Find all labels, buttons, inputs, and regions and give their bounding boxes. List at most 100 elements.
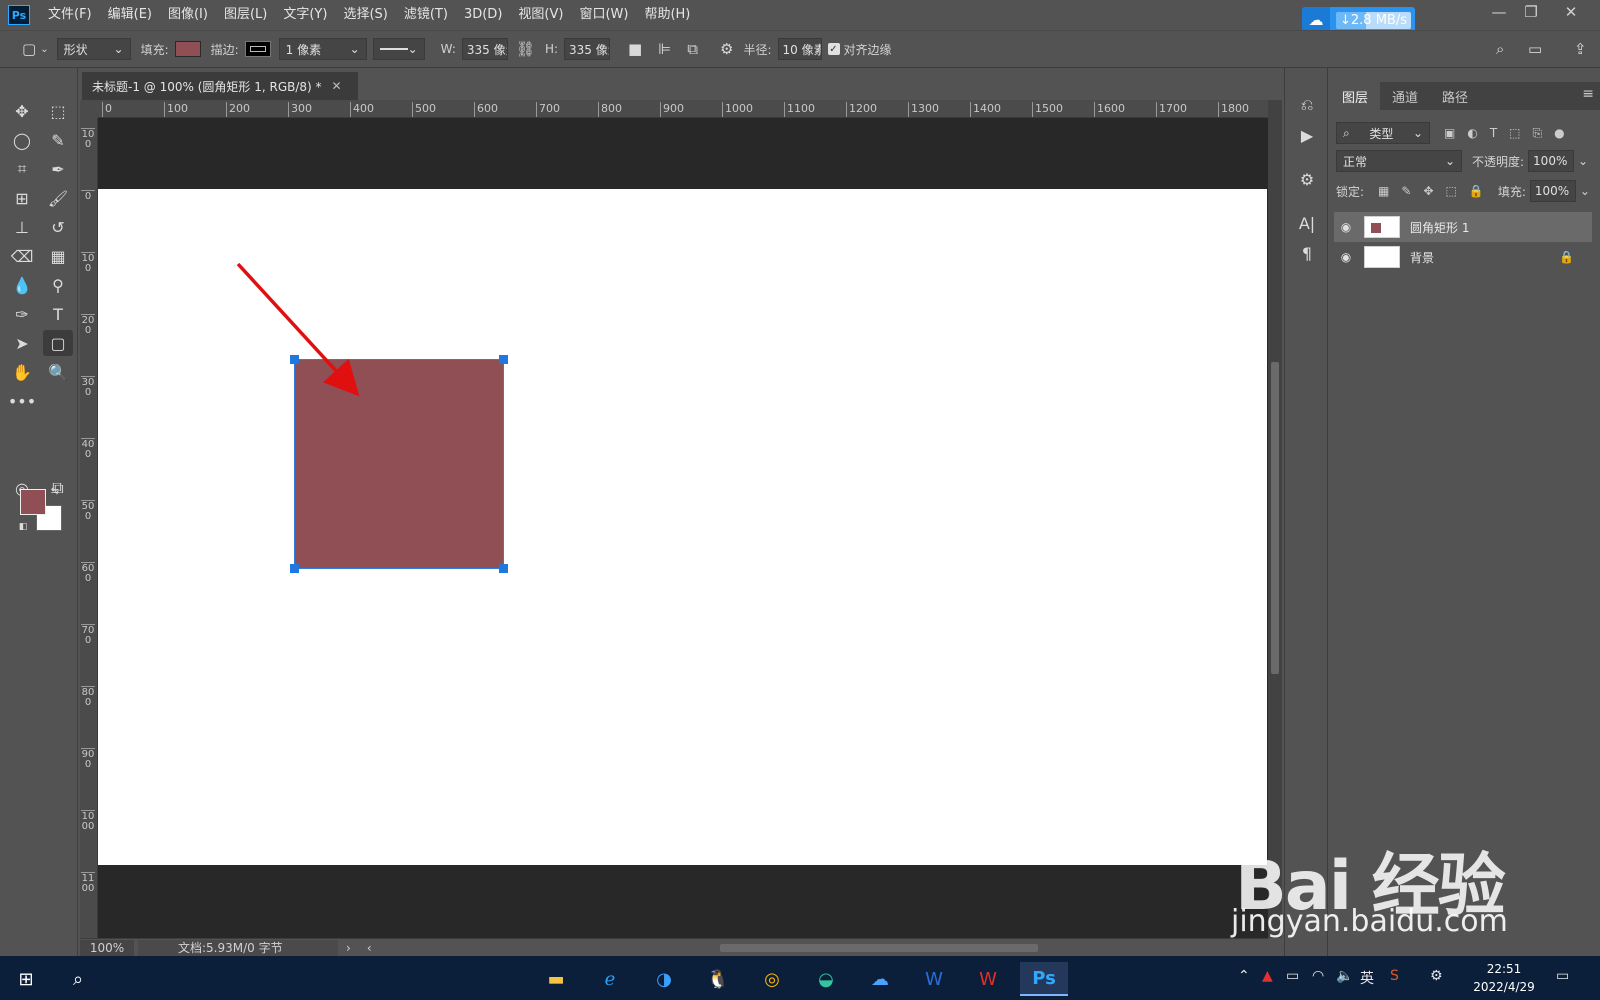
layer-row[interactable]: ◉ 圆角矩形 1 bbox=[1334, 212, 1592, 242]
gradient-tool-icon[interactable]: ▦ bbox=[43, 243, 73, 269]
dodge-tool-icon[interactable]: ⚲ bbox=[43, 272, 73, 298]
hand-tool-icon[interactable]: ✋ bbox=[7, 359, 37, 385]
minimize-icon[interactable]: — bbox=[1484, 0, 1514, 24]
gear-icon[interactable]: ⚙ bbox=[1430, 968, 1443, 984]
app-tray-icon[interactable]: ▲ bbox=[1262, 968, 1273, 984]
lock-position-icon[interactable]: ✥ bbox=[1423, 184, 1433, 198]
play-actions-icon[interactable]: ▶ bbox=[1292, 122, 1322, 148]
close-icon[interactable]: ✕ bbox=[332, 79, 342, 93]
chevron-right-icon[interactable]: › bbox=[346, 941, 351, 955]
marquee-tool-icon[interactable]: ⬚ bbox=[43, 98, 73, 124]
ie-browser-icon[interactable]: ℯ bbox=[586, 962, 634, 996]
pen-tool-icon[interactable]: ✑ bbox=[7, 301, 37, 327]
ime-indicator[interactable]: 英 bbox=[1360, 968, 1374, 988]
clock[interactable]: 22:51 2022/4/29 bbox=[1468, 960, 1540, 996]
transform-handle-top-right[interactable] bbox=[499, 355, 508, 364]
scrollbar-thumb[interactable] bbox=[720, 944, 1038, 952]
close-icon[interactable]: ✕ bbox=[1556, 0, 1586, 24]
lock-image-icon[interactable]: ✎ bbox=[1401, 184, 1411, 198]
align-edges-checkbox[interactable]: ✓ bbox=[827, 43, 840, 55]
chevron-down-icon[interactable]: ⌄ bbox=[1580, 184, 1590, 198]
document-info[interactable]: 文档:5.93M/0 字节 bbox=[138, 939, 338, 956]
eye-icon[interactable]: ◉ bbox=[1334, 220, 1358, 234]
layer-filter-select[interactable]: ⌕ 类型 ⌄ bbox=[1336, 122, 1430, 144]
panel-menu-icon[interactable]: ≡ bbox=[1582, 86, 1594, 102]
qq-browser-icon[interactable]: ◑ bbox=[640, 962, 688, 996]
vertical-ruler[interactable]: 100 0 100 200 300 400 500 600 700 800 90… bbox=[80, 118, 98, 938]
shape-layer-filter-icon[interactable]: ⬚ bbox=[1509, 126, 1520, 140]
history-brush-tool-icon[interactable]: ↺ bbox=[43, 214, 73, 240]
menu-help[interactable]: 帮助(H) bbox=[636, 0, 698, 30]
move-tool-icon[interactable]: ✥ bbox=[7, 98, 37, 124]
restore-icon[interactable]: ❐ bbox=[1516, 0, 1546, 24]
rounded-rectangle-tool-icon[interactable]: ▢ bbox=[22, 40, 36, 58]
zoom-tool-icon[interactable]: 🔍 bbox=[43, 359, 73, 385]
clone-stamp-tool-icon[interactable]: ⊥ bbox=[7, 214, 37, 240]
stroke-type-select[interactable]: ⌄ bbox=[372, 38, 425, 60]
eye-icon[interactable]: ◉ bbox=[1334, 250, 1358, 264]
search-icon[interactable]: ⌕ bbox=[54, 962, 102, 996]
more-tools-icon[interactable]: ••• bbox=[7, 388, 37, 414]
word-icon[interactable]: W bbox=[910, 962, 958, 996]
workspace-icon[interactable]: ▭ bbox=[1528, 40, 1542, 58]
stroke-color-swatch[interactable] bbox=[244, 41, 271, 57]
chevron-down-icon[interactable]: ⌄ bbox=[1578, 154, 1588, 168]
stroke-width-select[interactable]: 1 像素 ⌄ bbox=[278, 38, 367, 60]
tab-layers[interactable]: 图层 bbox=[1330, 82, 1381, 110]
ruler-origin[interactable] bbox=[80, 100, 98, 118]
path-arrangement-icon[interactable]: ⧉ bbox=[687, 40, 698, 58]
radius-input[interactable]: 10 像素 bbox=[777, 38, 822, 60]
transform-handle-bottom-left[interactable] bbox=[290, 564, 299, 573]
show-hidden-icons-icon[interactable]: ⌃ bbox=[1238, 968, 1250, 984]
gear-icon[interactable]: ⚙ bbox=[720, 40, 733, 58]
wifi-icon[interactable]: ◠ bbox=[1312, 968, 1324, 984]
notification-icon[interactable]: ▭ bbox=[1556, 968, 1569, 984]
lock-transparent-icon[interactable]: ▦ bbox=[1378, 184, 1389, 198]
width-input[interactable]: 335 像素 bbox=[461, 38, 508, 60]
path-operations-icon[interactable]: ■ bbox=[628, 40, 642, 58]
baidu-netdisk-icon[interactable]: ☁ bbox=[856, 962, 904, 996]
chrome-icon[interactable]: ◎ bbox=[748, 962, 796, 996]
edge-icon[interactable]: ◒ bbox=[802, 962, 850, 996]
zoom-field[interactable]: 100% bbox=[80, 939, 134, 956]
layer-row[interactable]: ◉ 背景 🔒 bbox=[1334, 242, 1592, 272]
menu-layer[interactable]: 图层(L) bbox=[216, 0, 275, 30]
blur-tool-icon[interactable]: 💧 bbox=[7, 272, 37, 298]
opacity-input[interactable]: 100% bbox=[1528, 150, 1575, 172]
healing-brush-tool-icon[interactable]: ⊞ bbox=[7, 185, 37, 211]
brush-tool-icon[interactable]: 🖌 bbox=[43, 185, 73, 211]
adjustment-layer-filter-icon[interactable]: ◐ bbox=[1467, 126, 1477, 140]
menu-image[interactable]: 图像(I) bbox=[160, 0, 216, 30]
default-colors-icon[interactable]: ◧ bbox=[16, 520, 30, 534]
eraser-tool-icon[interactable]: ⌫ bbox=[7, 243, 37, 269]
paragraph-icon[interactable]: ¶ bbox=[1292, 240, 1322, 266]
foreground-color-swatch[interactable] bbox=[20, 489, 46, 515]
smart-object-filter-icon[interactable]: ⎘ bbox=[1533, 126, 1543, 141]
menu-view[interactable]: 视图(V) bbox=[510, 0, 571, 30]
file-explorer-icon[interactable]: ▬ bbox=[532, 962, 580, 996]
quick-selection-tool-icon[interactable]: ✎ bbox=[43, 127, 73, 153]
lock-all-icon[interactable]: 🔒 bbox=[1469, 184, 1484, 198]
shape-mode-select[interactable]: 形状 ⌄ bbox=[56, 38, 131, 60]
transform-handle-bottom-right[interactable] bbox=[499, 564, 508, 573]
fill-color-swatch[interactable] bbox=[174, 41, 201, 57]
menu-window[interactable]: 窗口(W) bbox=[571, 0, 636, 30]
wps-icon[interactable]: W bbox=[964, 962, 1012, 996]
photoshop-taskbar-icon[interactable]: Ps bbox=[1020, 962, 1068, 996]
menu-type[interactable]: 文字(Y) bbox=[275, 0, 335, 30]
filter-toggle-icon[interactable]: ● bbox=[1554, 126, 1564, 140]
history-icon[interactable]: ⎌ bbox=[1292, 92, 1322, 118]
chevron-left-icon[interactable]: ‹ bbox=[367, 941, 372, 955]
character-icon[interactable]: A| bbox=[1292, 210, 1322, 236]
height-input[interactable]: 335 像素 bbox=[564, 38, 611, 60]
share-icon[interactable]: ⇪ bbox=[1574, 40, 1587, 58]
menu-3d[interactable]: 3D(D) bbox=[456, 0, 510, 30]
blend-mode-select[interactable]: 正常 ⌄ bbox=[1336, 150, 1462, 172]
fill-input[interactable]: 100% bbox=[1529, 180, 1576, 202]
path-alignment-icon[interactable]: ⊫ bbox=[658, 40, 671, 58]
eyedropper-tool-icon[interactable]: ✒ bbox=[43, 156, 73, 182]
link-icon[interactable]: ⛓ bbox=[516, 40, 535, 58]
tab-channels[interactable]: 通道 bbox=[1380, 82, 1430, 110]
search-icon[interactable]: ⌕ bbox=[1496, 40, 1504, 58]
scrollbar-thumb[interactable] bbox=[1271, 362, 1279, 674]
